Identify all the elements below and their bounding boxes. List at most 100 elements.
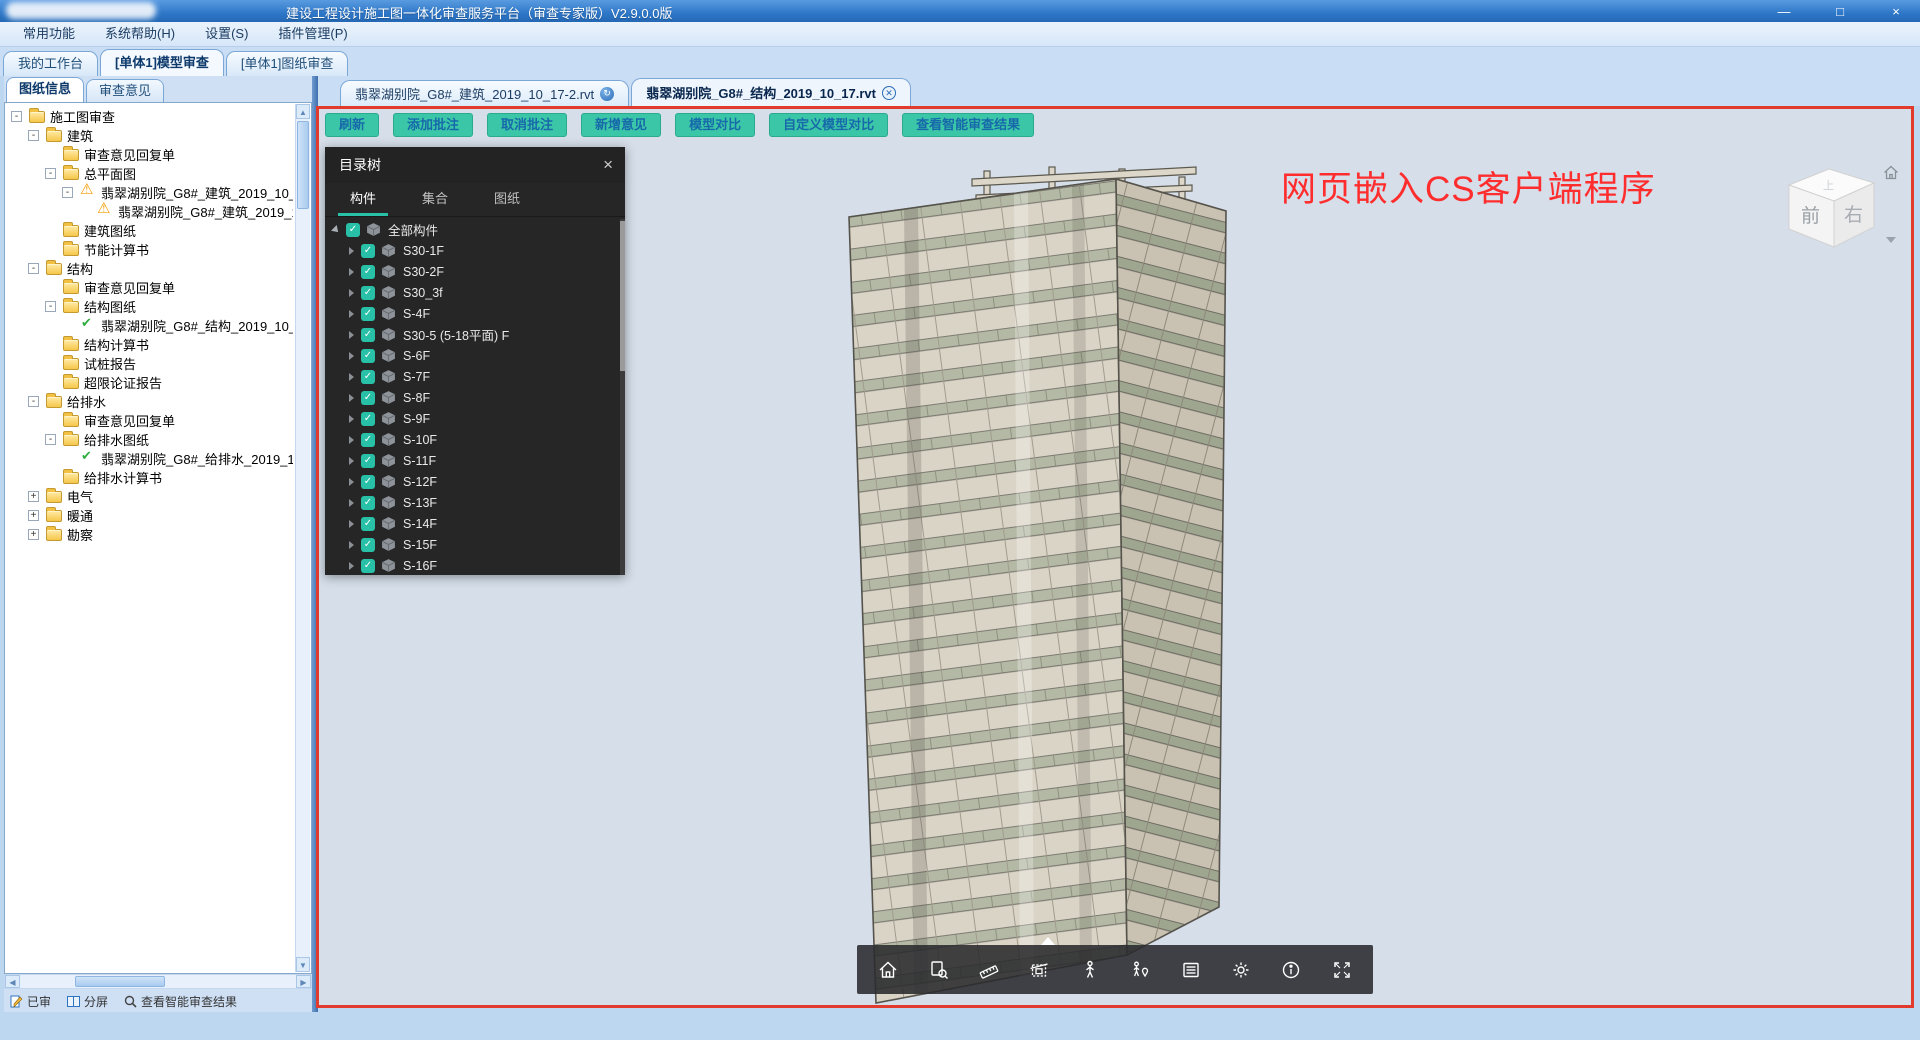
catalog-tab[interactable]: 图纸 [471, 183, 543, 216]
chevron-down-icon[interactable] [1886, 237, 1896, 243]
viewer-toolbar-button[interactable]: 刷新 [325, 113, 379, 137]
component-row[interactable]: S-16F [325, 555, 619, 575]
tree-item[interactable]: 给排水计算书 [5, 468, 293, 487]
tree-item[interactable]: 建筑图纸 [5, 221, 293, 240]
tree-item[interactable]: 翡翠湖别院_G8#_给排水_2019_10_17 [5, 449, 293, 468]
fullscreen-icon[interactable] [1322, 950, 1362, 990]
expand-arrow-icon[interactable] [349, 562, 354, 570]
tree-item[interactable]: 电气 [5, 487, 293, 506]
checkbox-checked[interactable] [361, 244, 375, 258]
expand-arrow-icon[interactable] [349, 457, 354, 465]
viewer-toolbar-button[interactable]: 自定义模型对比 [769, 113, 888, 137]
measure-icon[interactable] [969, 950, 1009, 990]
tree-item[interactable]: 试桩报告 [5, 354, 293, 373]
expand-arrow-icon[interactable] [349, 352, 354, 360]
checkbox-checked[interactable] [361, 307, 375, 321]
tree-item[interactable]: 结构 [5, 259, 293, 278]
scroll-down-icon[interactable]: ▼ [296, 957, 310, 972]
viewer-toolbar-button[interactable]: 查看智能审查结果 [902, 113, 1034, 137]
workspace-tab[interactable]: [单体1]模型审查 [100, 49, 224, 76]
section-icon[interactable] [1019, 950, 1059, 990]
checkbox-checked[interactable] [361, 538, 375, 552]
document-tab-close-icon[interactable]: ✕ [882, 86, 896, 100]
tree-item[interactable]: 建筑 [5, 126, 293, 145]
tree-item[interactable]: 审查意见回复单 [5, 411, 293, 430]
sidebar-tab[interactable]: 图纸信息 [6, 77, 84, 102]
close-icon[interactable]: × [603, 155, 613, 175]
expand-arrow-icon[interactable] [349, 436, 354, 444]
tree-expander-icon[interactable] [28, 263, 39, 274]
info-icon[interactable] [1271, 950, 1311, 990]
component-list-icon[interactable] [1171, 950, 1211, 990]
component-row[interactable]: S-15F [325, 534, 619, 555]
workspace-tab[interactable]: [单体1]图纸审查 [226, 51, 348, 76]
tree-item[interactable]: 节能计算书 [5, 240, 293, 259]
scroll-left-icon[interactable]: ◀ [5, 975, 20, 988]
tree-expander-icon[interactable] [62, 187, 73, 198]
checkbox-checked[interactable] [361, 559, 375, 573]
checkbox-checked[interactable] [346, 223, 360, 237]
tree-expander-icon[interactable] [28, 396, 39, 407]
tree-item[interactable]: 超限论证报告 [5, 373, 293, 392]
home-icon[interactable] [868, 950, 908, 990]
tree-item[interactable]: 施工图审查 [5, 107, 293, 126]
first-person-icon[interactable] [1070, 950, 1110, 990]
minimize-button[interactable]: — [1770, 4, 1798, 19]
component-row[interactable]: S-7F [325, 366, 619, 387]
viewer-toolbar-button[interactable]: 添加批注 [393, 113, 473, 137]
tree-expander-icon[interactable] [28, 491, 39, 502]
box-select-icon[interactable] [919, 950, 959, 990]
checkbox-checked[interactable] [361, 433, 375, 447]
viewer-toolbar-button[interactable]: 新增意见 [581, 113, 661, 137]
sidebar-tab[interactable]: 审查意见 [86, 79, 164, 102]
catalog-tab[interactable]: 构件 [327, 183, 399, 216]
component-row[interactable]: S-6F [325, 345, 619, 366]
checkbox-checked[interactable] [361, 328, 375, 342]
tree-item[interactable]: 给排水图纸 [5, 430, 293, 449]
cube-front-label[interactable]: 前 [1801, 205, 1820, 227]
catalog-tab[interactable]: 集合 [399, 183, 471, 216]
tree-expander-icon[interactable] [45, 434, 56, 445]
component-row[interactable]: S-11F [325, 450, 619, 471]
tree-item[interactable]: 审查意见回复单 [5, 145, 293, 164]
home-view-icon[interactable] [1883, 165, 1899, 180]
sidebar-vertical-scrollbar[interactable]: ▲ ▼ [295, 104, 310, 972]
view-smart-result-link[interactable]: 查看智能审查结果 [124, 993, 237, 1010]
expand-arrow-icon[interactable] [349, 541, 354, 549]
component-row[interactable]: S30-2F [325, 261, 619, 282]
menu-item[interactable]: 系统帮助(H) [90, 22, 190, 46]
tree-expander-icon[interactable] [28, 529, 39, 540]
catalog-scrollbar[interactable] [620, 219, 625, 575]
expand-arrow-icon[interactable] [349, 415, 354, 423]
document-tab-refresh-icon[interactable]: ↻ [600, 87, 614, 101]
maximize-button[interactable]: □ [1826, 4, 1854, 19]
tree-item[interactable]: 勘察 [5, 525, 293, 544]
component-row[interactable]: S30_3f [325, 282, 619, 303]
component-row[interactable]: S-8F [325, 387, 619, 408]
tree-expander-icon[interactable] [11, 111, 22, 122]
expand-arrow-icon[interactable] [349, 268, 354, 276]
expand-arrow-icon[interactable] [349, 373, 354, 381]
close-button[interactable]: × [1882, 4, 1910, 19]
workspace-tab[interactable]: 我的工作台 [3, 51, 98, 76]
scroll-right-icon[interactable]: ▶ [296, 975, 311, 988]
tree-item[interactable]: 给排水 [5, 392, 293, 411]
tree-expander-icon[interactable] [28, 510, 39, 521]
tree-item[interactable]: 结构图纸 [5, 297, 293, 316]
component-row[interactable]: S-4F [325, 303, 619, 324]
viewer-toolbar-button[interactable]: 取消批注 [487, 113, 567, 137]
scrollbar-thumb[interactable] [620, 221, 625, 371]
roam-pin-icon[interactable] [1120, 950, 1160, 990]
cube-top-label[interactable]: 上 [1823, 179, 1834, 192]
tree-item[interactable]: 审查意见回复单 [5, 278, 293, 297]
expand-arrow-icon[interactable] [349, 520, 354, 528]
tree-item[interactable]: 翡翠湖别院_G8#_建筑_2019_10_1 [5, 202, 293, 221]
sidebar-horizontal-scrollbar[interactable]: ◀ ▶ [4, 974, 312, 989]
document-tab-active[interactable]: 翡翠湖别院_G8#_结构_2019_10_17.rvt ✕ [631, 78, 911, 106]
checkbox-checked[interactable] [361, 391, 375, 405]
expand-arrow-icon[interactable] [349, 478, 354, 486]
scroll-up-icon[interactable]: ▲ [296, 104, 310, 119]
split-screen-toggle[interactable]: 分屏 [67, 993, 108, 1010]
expand-arrow-icon[interactable] [349, 499, 354, 507]
component-root-row[interactable]: 全部构件 [325, 219, 619, 240]
